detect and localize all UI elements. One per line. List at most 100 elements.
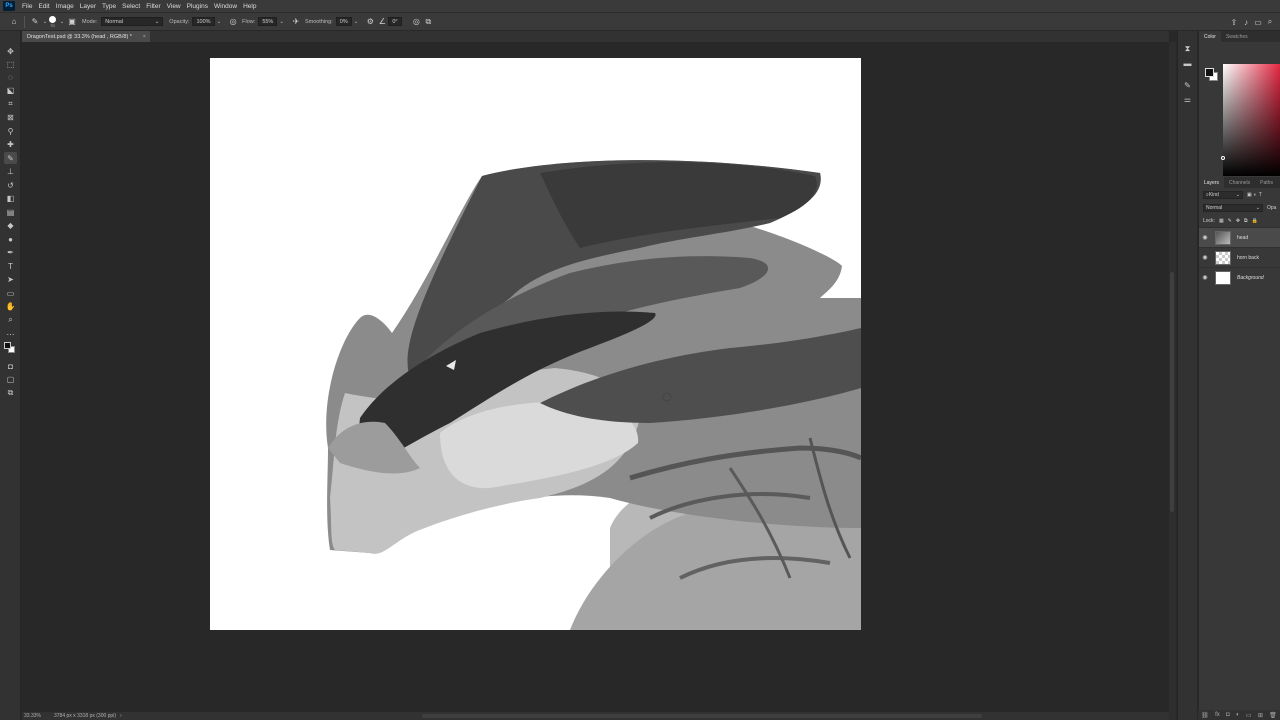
menu-help[interactable]: Help <box>240 3 259 10</box>
layer-row-background[interactable]: ◉ Background <box>1199 267 1280 287</box>
artboard-icon[interactable]: ⧉ <box>4 387 17 399</box>
move-tool-icon[interactable]: ✥ <box>4 45 17 57</box>
brush-settings-icon[interactable]: ▣ <box>66 16 78 28</box>
lock-icons[interactable]: ▦✎✥⧉🔒 <box>1219 218 1262 224</box>
menu-filter[interactable]: Filter <box>143 3 163 10</box>
more-tools-icon[interactable]: ⋯ <box>4 328 17 340</box>
tab-swatches[interactable]: Swatches <box>1221 31 1253 42</box>
link-layers-icon[interactable]: ⛓ <box>1201 712 1209 719</box>
mode-select[interactable]: Normal ⌄ <box>101 17 164 26</box>
smoothing-input[interactable]: 0% <box>335 17 352 26</box>
tab-layers[interactable]: Layers <box>1199 177 1225 188</box>
search-icon[interactable]: ⌕ <box>1264 16 1276 28</box>
zoom-tool-icon[interactable]: ⌕ <box>4 314 17 326</box>
bell-icon[interactable]: ♪ <box>1240 16 1252 28</box>
menu-window[interactable]: Window <box>211 3 240 10</box>
foreground-color-swatch[interactable] <box>1205 68 1214 77</box>
eraser-tool-icon[interactable]: ◧ <box>4 192 17 204</box>
airbrush-icon[interactable]: ✈ <box>290 16 302 28</box>
layer-thumbnail <box>1215 250 1231 265</box>
vertical-scroll-thumb[interactable] <box>1170 272 1174 512</box>
chevron-down-icon[interactable]: ⌄ <box>41 16 49 28</box>
pressure-size-icon[interactable]: ◎ <box>410 16 422 28</box>
comments-panel-icon[interactable]: ▬ <box>1181 57 1194 69</box>
clone-stamp-tool-icon[interactable]: ⊥ <box>4 165 17 177</box>
menu-type[interactable]: Type <box>99 3 119 10</box>
eye-icon[interactable]: ◉ <box>1199 274 1211 281</box>
brush-tool-preset-icon[interactable]: ✎ <box>29 16 41 28</box>
menu-edit[interactable]: Edit <box>35 3 52 10</box>
vertical-scrollbar[interactable] <box>1169 42 1176 720</box>
adjustments-panel-icon[interactable]: ⚌ <box>1181 93 1194 105</box>
path-select-tool-icon[interactable]: ➤ <box>4 273 17 285</box>
horizontal-scrollbar[interactable] <box>122 712 1169 720</box>
gradient-tool-icon[interactable]: ▤ <box>4 206 17 218</box>
healing-brush-tool-icon[interactable]: ✚ <box>4 138 17 150</box>
menu-layer[interactable]: Layer <box>77 3 99 10</box>
group-icon[interactable]: ▭ <box>1246 712 1252 719</box>
adjustment-layer-icon[interactable]: ◐ <box>1236 712 1240 718</box>
horizontal-scroll-thumb[interactable] <box>421 714 982 718</box>
brush-size-picker[interactable]: 70 <box>49 15 56 28</box>
foreground-color-swatch[interactable] <box>4 342 11 349</box>
menu-view[interactable]: View <box>164 3 184 10</box>
eyedropper-tool-icon[interactable]: ⚲ <box>4 125 17 137</box>
close-icon[interactable]: × <box>143 34 146 40</box>
blur-tool-icon[interactable]: ◆ <box>4 219 17 231</box>
quick-mask-icon[interactable]: ◘ <box>4 360 17 372</box>
pen-tool-icon[interactable]: ✒ <box>4 246 17 258</box>
new-layer-icon[interactable]: ⊞ <box>1258 712 1263 719</box>
object-select-tool-icon[interactable]: ⬕ <box>4 84 17 96</box>
blend-mode-select[interactable]: Normal ⌄ <box>1203 203 1263 212</box>
canvas-area[interactable] <box>22 42 1169 712</box>
history-brush-tool-icon[interactable]: ↺ <box>4 179 17 191</box>
filter-type-icons[interactable]: ▣◐T <box>1247 192 1264 198</box>
trash-icon[interactable]: 🗑 <box>1269 712 1277 719</box>
type-tool-icon[interactable]: T <box>4 260 17 272</box>
mask-icon[interactable]: ◘ <box>1226 712 1230 718</box>
rectangle-tool-icon[interactable]: ▭ <box>4 287 17 299</box>
menu-file[interactable]: File <box>19 3 35 10</box>
opacity-input[interactable]: 100% <box>192 17 215 26</box>
share-icon[interactable]: ⇪ <box>1228 16 1240 28</box>
brush-panel-icon[interactable]: ✎ <box>1181 79 1194 91</box>
menu-plugins[interactable]: Plugins <box>184 3 211 10</box>
marquee-tool-icon[interactable]: ⬚ <box>4 58 17 70</box>
pressure-opacity-icon[interactable]: ◎ <box>227 16 239 28</box>
crop-tool-icon[interactable]: ⌗ <box>4 98 17 110</box>
blend-row: Normal ⌄ Opa <box>1199 201 1280 214</box>
angle-input[interactable]: 0° <box>388 17 403 26</box>
kind-filter[interactable]: ⌕ Kind ⌄ <box>1203 190 1243 199</box>
screen-mode-icon[interactable]: ▢ <box>4 373 17 385</box>
layer-name: horn back <box>1237 254 1259 261</box>
eye-icon[interactable]: ◉ <box>1199 234 1211 241</box>
symmetry-icon[interactable]: ⧉ <box>422 16 434 28</box>
tab-paths[interactable]: Paths <box>1255 177 1278 188</box>
tab-color[interactable]: Color <box>1199 31 1221 42</box>
document-tab[interactable]: DragonTest.psd @ 33.3% (head , RGB/8) * … <box>22 31 150 42</box>
hand-tool-icon[interactable]: ✋ <box>4 300 17 312</box>
mode-value: Normal <box>105 18 124 25</box>
color-picker-cursor[interactable] <box>1221 156 1225 160</box>
history-panel-icon[interactable]: ⧗ <box>1181 43 1194 55</box>
brush-tool-icon[interactable]: ✎ <box>4 152 17 164</box>
tab-channels[interactable]: Channels <box>1224 177 1255 188</box>
gear-icon[interactable]: ⚙ <box>364 16 376 28</box>
layer-row-head[interactable]: ◉ head <box>1199 227 1280 247</box>
zoom-level[interactable]: 33.33% <box>24 713 54 719</box>
home-icon[interactable]: ⌂ <box>8 16 20 28</box>
menu-select[interactable]: Select <box>119 3 143 10</box>
dodge-tool-icon[interactable]: ● <box>4 233 17 245</box>
lasso-tool-icon[interactable]: ◌ <box>4 71 17 83</box>
flow-input[interactable]: 55% <box>258 17 278 26</box>
document-canvas[interactable] <box>210 58 861 630</box>
layer-row-horn-back[interactable]: ◉ horn back <box>1199 247 1280 267</box>
chevron-down-icon[interactable]: ⌄ <box>58 16 66 28</box>
eye-icon[interactable]: ◉ <box>1199 254 1211 261</box>
menu-image[interactable]: Image <box>53 3 77 10</box>
color-picker-field[interactable] <box>1223 64 1280 176</box>
fx-icon[interactable]: fx <box>1215 712 1220 718</box>
opacity-control: Opacity: 100% ⌄ <box>169 17 222 26</box>
workspace-icon[interactable]: ▭ <box>1252 16 1264 28</box>
frame-tool-icon[interactable]: ⊠ <box>4 111 17 123</box>
